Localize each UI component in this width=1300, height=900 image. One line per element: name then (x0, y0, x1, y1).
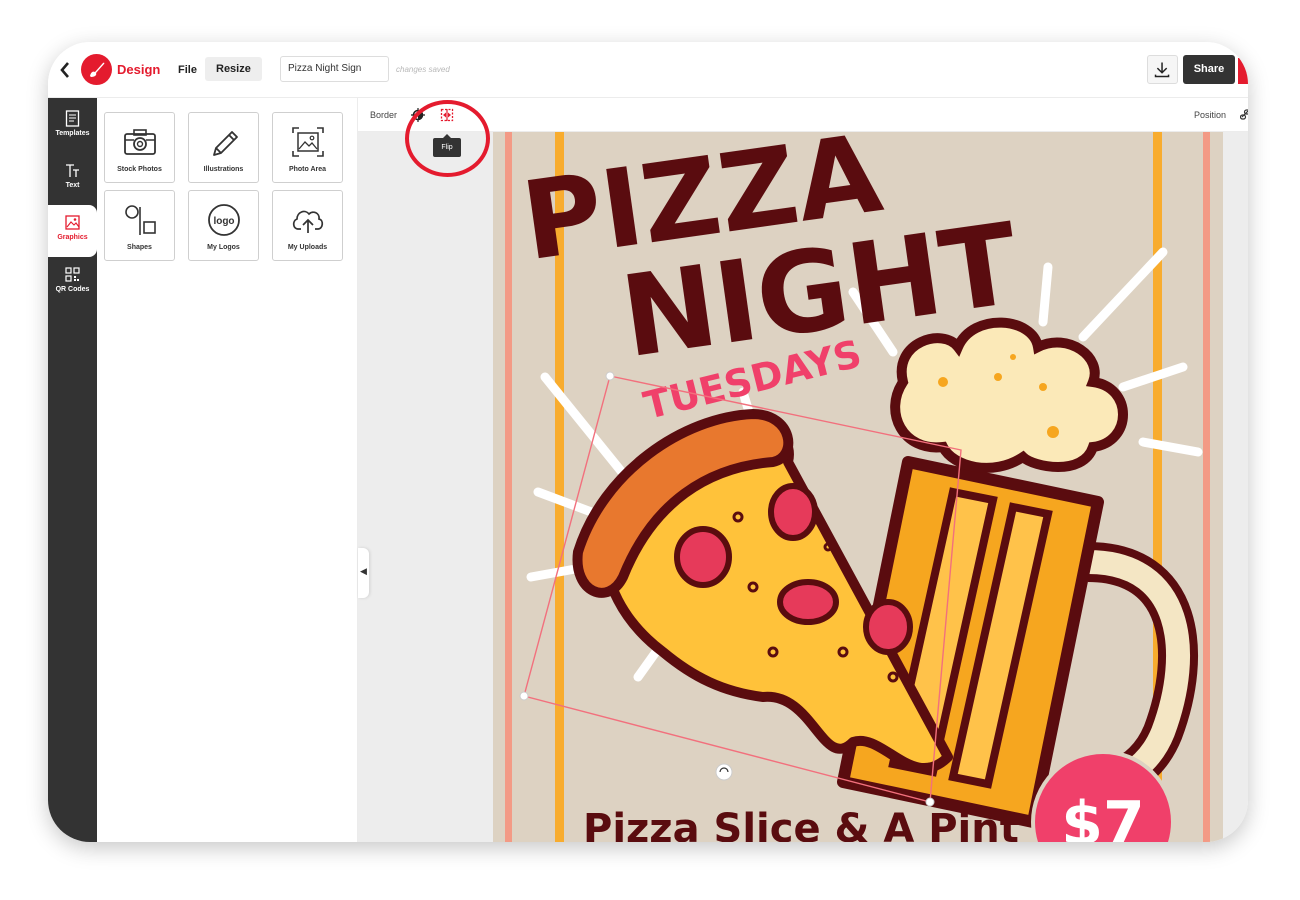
tile-illustrations[interactable]: Illustrations (188, 112, 259, 183)
app-window: Design File Resize Pizza Night Sign chan… (48, 42, 1248, 842)
photo-area-icon (291, 127, 324, 157)
sidebar-item-templates[interactable]: Templates (48, 101, 97, 153)
flip-highlight-ring (405, 100, 490, 177)
tile-my-logos[interactable]: logo My Logos (188, 190, 259, 261)
logo-icon: logo (207, 204, 240, 236)
sidebar-item-qr-codes[interactable]: QR Codes (48, 257, 97, 309)
qr-code-icon (65, 267, 80, 282)
rotate-handle-icon (715, 763, 733, 781)
poster-artwork: PIZZA NIGHT TUESDAYS Pizza Slice & A Pin… (493, 132, 1223, 842)
link-icon[interactable] (1240, 108, 1248, 122)
chevron-left-icon: ◀ (360, 566, 367, 576)
border-button[interactable]: Border (370, 110, 397, 120)
brand-name: Design (117, 62, 161, 77)
tile-my-uploads[interactable]: My Uploads (272, 190, 343, 261)
chevron-left-icon[interactable] (58, 60, 72, 80)
element-toolbar: Border Position (358, 98, 1248, 132)
download-button[interactable] (1147, 55, 1178, 84)
tile-photo-area[interactable]: Photo Area (272, 112, 343, 183)
poster-bottom-text: Pizza Slice & A Pint (583, 806, 1019, 842)
sidebar-item-label: Templates (55, 130, 90, 137)
shapes-icon (124, 205, 156, 235)
sidebar-item-graphics[interactable]: Graphics (48, 205, 97, 257)
tile-label: My Uploads (287, 244, 328, 251)
canvas-area: PIZZA NIGHT TUESDAYS Pizza Slice & A Pin… (358, 98, 1248, 842)
tile-label: My Logos (207, 244, 240, 251)
brush-icon (90, 62, 105, 77)
tile-shapes[interactable]: Shapes (104, 190, 175, 261)
left-rail: Templates Text Graphics QR Codes (48, 98, 97, 842)
position-button[interactable]: Position (1194, 110, 1226, 120)
cart-button-edge[interactable] (1238, 58, 1248, 84)
tile-stock-photos[interactable]: Stock Photos (104, 112, 175, 183)
tile-label: Stock Photos (117, 166, 162, 173)
camera-icon (123, 129, 156, 155)
upload-icon (292, 210, 323, 233)
sidebar-item-text[interactable]: Text (48, 153, 97, 205)
tile-label: Illustrations (203, 166, 244, 173)
tile-label: Photo Area (288, 166, 327, 173)
tile-label: Shapes (127, 244, 152, 251)
svg-text:logo: logo (213, 216, 234, 227)
pencil-icon (212, 131, 238, 156)
templates-icon (65, 110, 80, 127)
brand-logo (81, 54, 112, 85)
resize-button[interactable]: Resize (205, 57, 262, 81)
document-name-input[interactable]: Pizza Night Sign (280, 56, 389, 82)
top-bar: Design File Resize Pizza Night Sign chan… (48, 42, 1248, 98)
sidebar-item-label: Text (65, 182, 80, 189)
save-status: changes saved (396, 65, 450, 74)
share-button[interactable]: Share (1183, 55, 1235, 84)
price-text: $7 (1061, 789, 1145, 842)
graphics-panel: Stock Photos Illustrations Photo Area Sh… (97, 98, 358, 842)
sidebar-item-label: QR Codes (55, 286, 90, 293)
text-icon (66, 164, 79, 177)
poster-canvas[interactable]: PIZZA NIGHT TUESDAYS Pizza Slice & A Pin… (493, 132, 1223, 842)
download-icon (1154, 62, 1170, 78)
right-pink-stripe (1203, 132, 1210, 842)
graphics-icon (65, 215, 80, 230)
file-menu[interactable]: File (178, 64, 197, 76)
sidebar-item-label: Graphics (57, 234, 88, 241)
left-pink-stripe (505, 132, 512, 842)
collapse-panel-button[interactable]: ◀ (358, 548, 369, 598)
